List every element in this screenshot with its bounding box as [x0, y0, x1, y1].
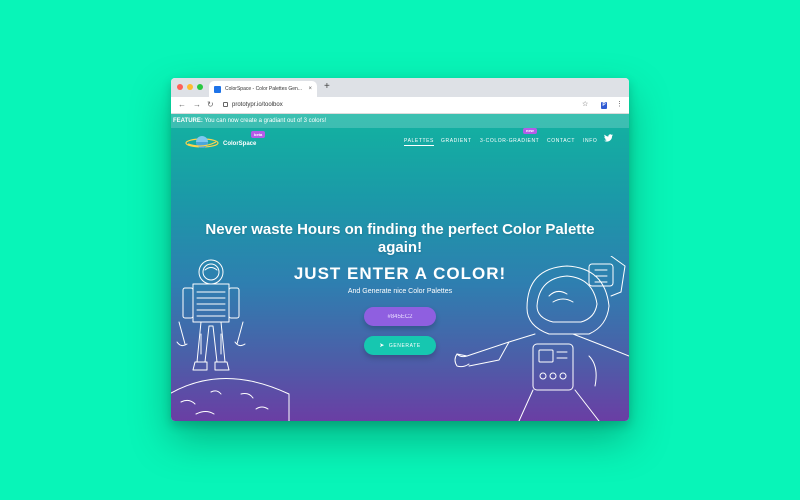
nav-info[interactable]: INFO: [583, 137, 597, 145]
astronaut-right-illustration: [454, 256, 629, 421]
planet-logo-icon[interactable]: [185, 133, 219, 153]
back-icon[interactable]: ←: [178, 100, 186, 110]
feature-text: You can now create a gradiant out of 3 c…: [202, 118, 327, 124]
new-tab-button[interactable]: +: [324, 81, 330, 93]
browser-tab[interactable]: ColorSpace - Color Palettes Gen... ×: [209, 81, 317, 97]
browser-window: ColorSpace - Color Palettes Gen... × + ←…: [171, 78, 629, 421]
browser-toolbar: ← → ↻ prototypr.io/toolbox ☆ P ⋮: [171, 97, 629, 114]
nav-contact[interactable]: CONTACT: [547, 137, 575, 145]
reload-icon[interactable]: ↻: [207, 100, 214, 110]
beta-badge: beta: [251, 131, 266, 138]
feature-label: FEATURE:: [173, 118, 203, 124]
rocket-icon: ➤: [379, 343, 385, 349]
tab-close-icon[interactable]: ×: [308, 86, 312, 92]
generate-button[interactable]: ➤ GENERATE: [364, 336, 436, 355]
twitter-icon[interactable]: [604, 134, 613, 142]
extension-icon[interactable]: P: [601, 102, 607, 109]
generate-label: GENERATE: [388, 342, 421, 349]
logo-text[interactable]: ColorSpace: [223, 141, 256, 147]
address-bar[interactable]: prototypr.io/toolbox: [223, 101, 283, 110]
feature-banner[interactable]: FEATURE: You can now create a gradiant o…: [171, 114, 629, 128]
maximize-window-button[interactable]: [197, 84, 203, 90]
nav-3-color-gradient[interactable]: 3-COLOR-GRADIENT: [480, 137, 539, 145]
browser-menu-icon[interactable]: ⋮: [616, 100, 623, 110]
favicon-icon: [214, 85, 221, 93]
new-badge: new: [523, 128, 537, 134]
url-text: prototypr.io/toolbox: [232, 102, 283, 108]
window-controls: [177, 84, 203, 90]
forward-icon[interactable]: →: [193, 100, 201, 110]
page-viewport: FEATURE: You can now create a gradiant o…: [171, 114, 629, 421]
color-input[interactable]: [364, 307, 436, 326]
minimize-window-button[interactable]: [187, 84, 193, 90]
bookmark-star-icon[interactable]: ☆: [582, 100, 588, 110]
lock-icon: [223, 101, 228, 107]
nav-palettes[interactable]: PALETTES: [404, 137, 434, 146]
tab-bar: ColorSpace - Color Palettes Gen... × +: [171, 78, 629, 97]
astronaut-left-illustration: [171, 259, 290, 421]
close-window-button[interactable]: [177, 84, 183, 90]
nav-gradient[interactable]: GRADIENT: [441, 137, 472, 145]
tab-title: ColorSpace - Color Palettes Gen...: [225, 86, 302, 92]
